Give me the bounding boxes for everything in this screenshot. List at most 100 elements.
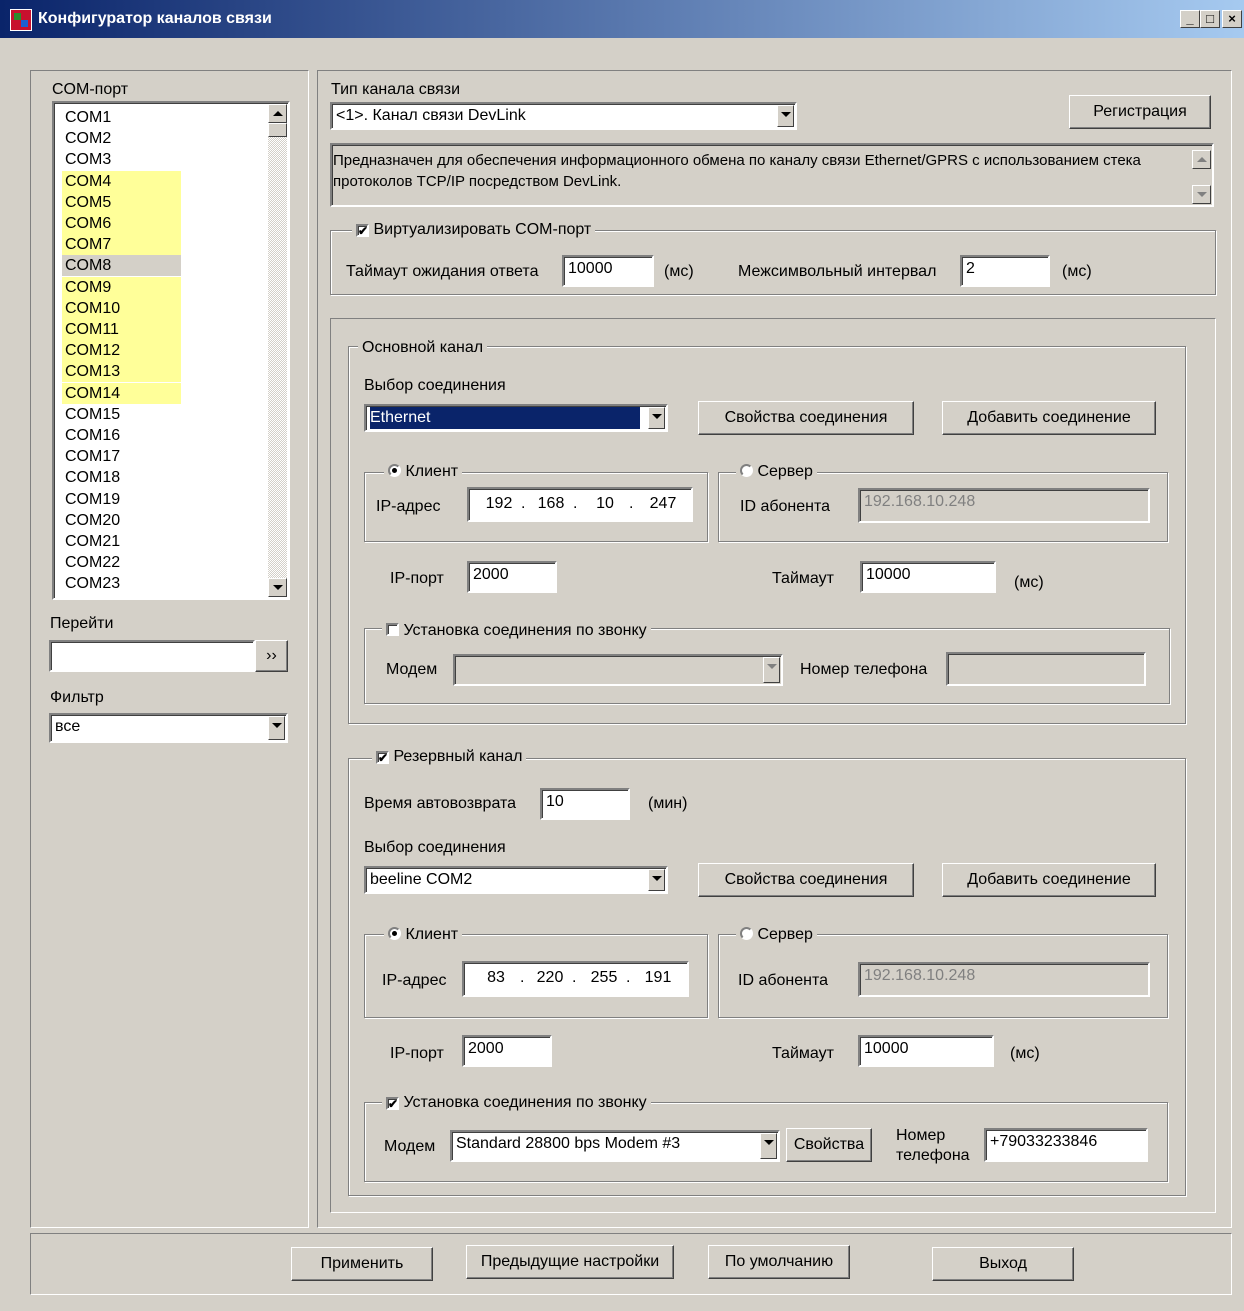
primary-call-checkbox[interactable]	[386, 623, 399, 636]
primary-call-checkbox-wrap[interactable]: Установка соединения по звонку	[382, 621, 651, 641]
maximize-button[interactable]: □	[1200, 10, 1220, 28]
apply-button[interactable]: Применить	[291, 1247, 433, 1281]
com-port-item[interactable]: COM13	[62, 361, 181, 383]
backup-port-input[interactable]: 2000	[462, 1035, 552, 1067]
primary-ip-input[interactable]: 192 . 168 . 10 . 247	[467, 487, 693, 522]
scroll-down-button[interactable]	[1192, 185, 1211, 204]
backup-call-checkbox-wrap[interactable]: ✔ Установка соединения по звонку	[382, 1093, 651, 1113]
com-port-item[interactable]: COM19	[62, 489, 181, 510]
com-port-list[interactable]: COM1 COM2 COM3 COM4 COM5 COM6 COM7 COM8 COM9 COM1…	[52, 101, 290, 600]
exit-button[interactable]: Выход	[932, 1247, 1074, 1281]
autoreturn-input[interactable]: 10	[540, 788, 630, 820]
backup-enabled-checkbox[interactable]: ✔	[376, 751, 389, 764]
ip-octet[interactable]: 192	[479, 492, 519, 516]
com-port-item[interactable]: COM3	[62, 149, 181, 170]
backup-connection-select[interactable]: beeline COM2	[364, 866, 668, 894]
primary-client-radio[interactable]	[388, 464, 401, 477]
com-port-item[interactable]: COM15	[62, 404, 181, 425]
com-list-scrollbar[interactable]	[268, 104, 287, 597]
ip-octet[interactable]: 191	[638, 966, 678, 990]
com-port-item[interactable]: COM2	[62, 128, 181, 149]
com-port-item[interactable]: COM10	[62, 297, 181, 319]
backup-call-checkbox[interactable]: ✔	[386, 1097, 399, 1110]
ip-octet[interactable]: 168	[531, 492, 571, 516]
primary-port-input[interactable]: 2000	[467, 561, 557, 593]
chevron-down-icon[interactable]	[777, 105, 794, 127]
primary-modem-select[interactable]	[453, 654, 783, 686]
primary-phone-input[interactable]	[946, 652, 1146, 686]
backup-checkbox-wrap[interactable]: ✔ Резервный канал	[372, 747, 527, 767]
com-port-item[interactable]: COM16	[62, 425, 181, 446]
com-port-item[interactable]: COM8	[62, 255, 181, 277]
com-port-item[interactable]: COM6	[62, 213, 181, 234]
com-port-item[interactable]: COM18	[62, 467, 181, 488]
primary-subscriber-input[interactable]: 192.168.10.248	[858, 488, 1150, 523]
primary-timeout-input[interactable]: 10000	[860, 561, 996, 593]
chevron-down-icon[interactable]	[648, 869, 665, 891]
primary-connection-value: Ethernet	[370, 407, 640, 429]
backup-modem-select[interactable]: Standard 28800 bps Modem #3	[450, 1130, 780, 1162]
backup-call-label: Установка соединения по звонку	[403, 1094, 647, 1111]
default-button[interactable]: По умолчанию	[708, 1245, 850, 1279]
backup-connection-properties-button[interactable]: Свойства соединения	[698, 863, 914, 897]
primary-client-radio-wrap[interactable]: Клиент	[384, 462, 463, 482]
com-port-item[interactable]: COM17	[62, 446, 181, 467]
goto-input[interactable]	[49, 640, 255, 672]
com-port-item[interactable]: COM23	[62, 573, 181, 594]
virtualize-legend[interactable]: ✔ Виртуализировать COM-порт	[352, 220, 596, 240]
description-scrollbar[interactable]	[1192, 146, 1211, 204]
backup-server-radio[interactable]	[740, 927, 753, 940]
modem-properties-button[interactable]: Свойства	[786, 1128, 872, 1162]
response-timeout-input[interactable]: 10000	[562, 255, 654, 287]
close-button[interactable]: ×	[1222, 10, 1242, 28]
primary-connection-properties-button[interactable]: Свойства соединения	[698, 401, 914, 435]
backup-ip-input[interactable]: 83 . 220 . 255 . 191	[462, 961, 689, 997]
backup-subscriber-input[interactable]: 192.168.10.248	[858, 962, 1150, 997]
com-port-item[interactable]: COM7	[62, 234, 181, 256]
backup-client-radio[interactable]	[388, 927, 401, 940]
chevron-down-icon[interactable]	[268, 716, 285, 740]
backup-server-radio-wrap[interactable]: Сервер	[736, 925, 817, 945]
com-port-item[interactable]: COM11	[62, 319, 181, 340]
com-port-item[interactable]: COM22	[62, 552, 181, 573]
goto-button[interactable]: ››	[255, 640, 288, 672]
primary-connection-select[interactable]: Ethernet	[364, 404, 668, 432]
com-port-item[interactable]: COM4	[62, 170, 181, 192]
backup-modem-value: Standard 28800 bps Modem #3	[456, 1135, 681, 1152]
backup-modem-label: Модем	[384, 1138, 436, 1155]
backup-client-radio-wrap[interactable]: Клиент	[384, 925, 463, 945]
com-port-item[interactable]: COM9	[62, 276, 181, 298]
register-button[interactable]: Регистрация	[1069, 95, 1211, 129]
filter-select[interactable]: все	[49, 713, 288, 743]
virtualize-checkbox[interactable]: ✔	[356, 224, 369, 237]
com-port-item[interactable]: COM14	[62, 382, 181, 404]
ip-octet[interactable]: 10	[587, 492, 623, 516]
chevron-down-icon[interactable]	[763, 657, 780, 683]
ip-octet[interactable]: 247	[641, 492, 685, 516]
chevron-down-icon[interactable]	[648, 407, 665, 429]
ip-octet[interactable]: 220	[530, 966, 570, 990]
ip-octet[interactable]: 83	[476, 966, 516, 990]
com-port-item[interactable]: COM21	[62, 531, 181, 552]
interval-input[interactable]: 2	[960, 255, 1050, 287]
scroll-up-button[interactable]	[1192, 150, 1211, 169]
primary-server-radio-wrap[interactable]: Сервер	[736, 462, 817, 482]
scroll-up-button[interactable]	[268, 104, 287, 123]
backup-timeout-input[interactable]: 10000	[858, 1035, 994, 1067]
previous-settings-button[interactable]: Предыдущие настройки	[466, 1245, 674, 1279]
minimize-button[interactable]: _	[1180, 10, 1200, 28]
com-port-item[interactable]: COM20	[62, 510, 181, 531]
chevron-down-icon[interactable]	[760, 1133, 777, 1159]
backup-phone-input[interactable]: +79033233846	[984, 1128, 1148, 1162]
channel-type-select[interactable]: <1>. Канал связи DevLink	[330, 102, 797, 130]
backup-add-connection-button[interactable]: Добавить соединение	[942, 863, 1156, 897]
primary-add-connection-button[interactable]: Добавить соединение	[942, 401, 1156, 435]
backup-connection-value: beeline COM2	[370, 871, 473, 888]
ip-octet[interactable]: 255	[584, 966, 624, 990]
scroll-thumb[interactable]	[268, 123, 287, 137]
com-port-item[interactable]: COM5	[62, 191, 181, 213]
primary-server-radio[interactable]	[740, 464, 753, 477]
com-port-item[interactable]: COM1	[62, 107, 181, 128]
com-port-item[interactable]: COM12	[62, 340, 181, 362]
scroll-down-button[interactable]	[268, 578, 287, 597]
